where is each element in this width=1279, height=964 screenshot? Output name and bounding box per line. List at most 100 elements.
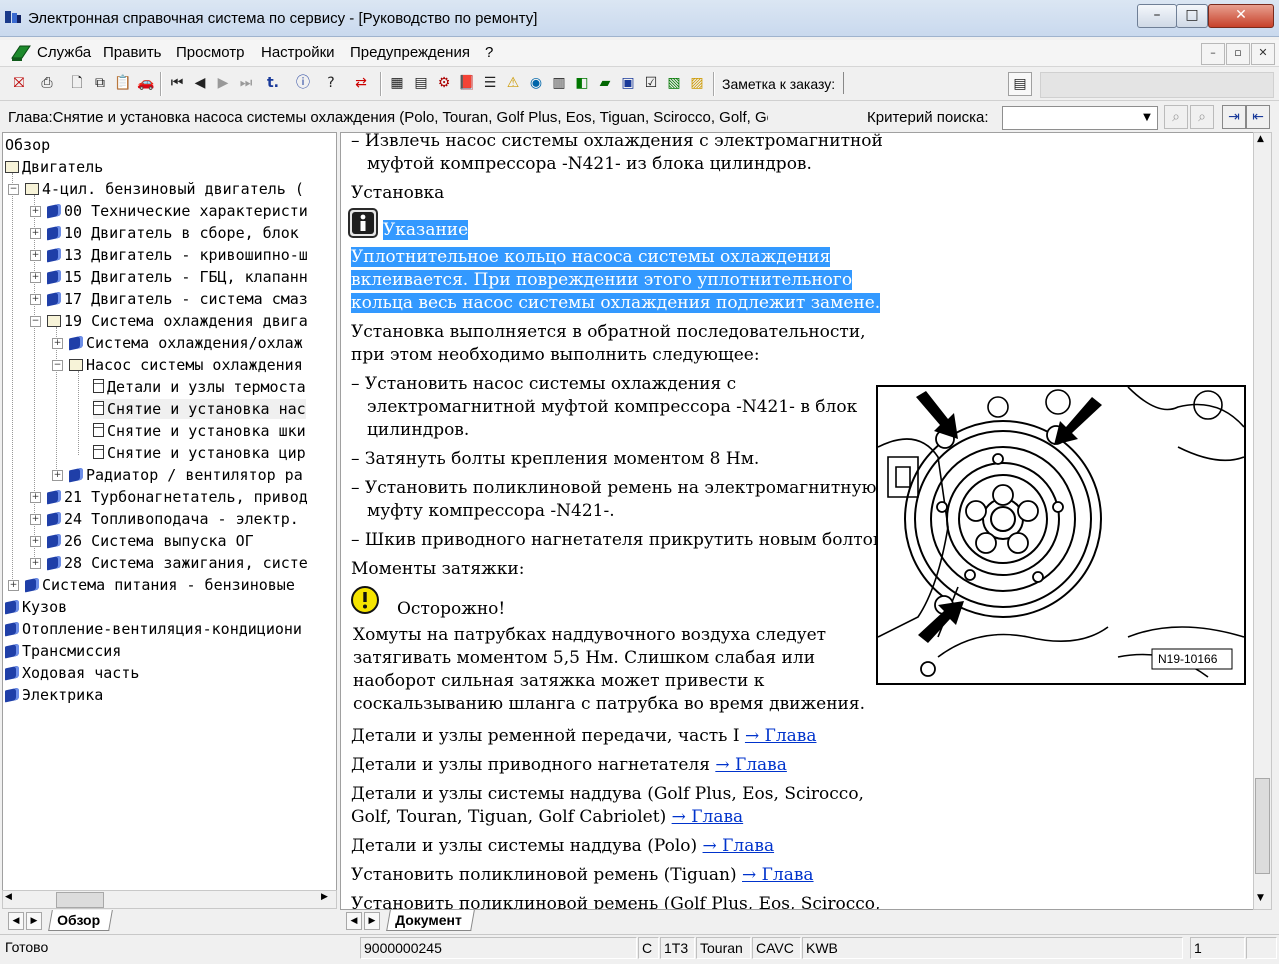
chapter-link[interactable]: → Глава bbox=[742, 865, 814, 885]
maximize-button[interactable]: □ bbox=[1176, 4, 1208, 28]
tree-item[interactable]: Ходовая часть bbox=[5, 663, 139, 683]
doc-tab-scroll-left-icon[interactable]: ◀ bbox=[346, 912, 362, 930]
tree-item[interactable]: Снятие и установка цир bbox=[93, 443, 306, 463]
tab-overview[interactable]: Обзор bbox=[48, 910, 113, 931]
search-criteria-combobox[interactable]: ▼ bbox=[1002, 106, 1158, 130]
expand-icon[interactable]: + bbox=[52, 338, 63, 349]
mdi-close-button[interactable]: ✕ bbox=[1251, 43, 1275, 65]
tree-item[interactable]: 19 Система охлаждения двига bbox=[47, 311, 308, 331]
order-note-field[interactable] bbox=[843, 72, 1002, 94]
new-document-icon[interactable]: 🗋 bbox=[66, 72, 88, 94]
collapse-icon[interactable]: − bbox=[30, 316, 41, 327]
tree-item[interactable]: 4-цил. бензиновый двигатель ( bbox=[25, 179, 304, 199]
calculator-icon[interactable]: ▦ bbox=[386, 72, 408, 94]
tree-item[interactable]: 28 Система зажигания, систе bbox=[47, 553, 308, 573]
tree-item[interactable]: Система охлаждения/охлаж bbox=[69, 333, 303, 353]
tree-item[interactable]: Двигатель bbox=[5, 157, 103, 177]
car-green-icon[interactable]: ▰ bbox=[594, 72, 616, 94]
tree-item[interactable]: 24 Топливоподача - электр. bbox=[47, 509, 299, 529]
tree-item[interactable]: 26 Система выпуска ОГ bbox=[47, 531, 254, 551]
tree-item[interactable]: Снятие и установка шки bbox=[93, 421, 306, 441]
info-icon[interactable]: ⓘ bbox=[292, 72, 314, 94]
scroll-up-icon[interactable]: ▲ bbox=[1257, 134, 1264, 144]
car-icon[interactable]: 🚗 bbox=[135, 72, 157, 94]
clipboard-list-icon[interactable]: ▥ bbox=[548, 72, 570, 94]
clipboard-icon[interactable]: 📋 bbox=[112, 72, 134, 94]
help-icon[interactable]: ? bbox=[320, 72, 342, 94]
tab-scroll-right-icon[interactable]: ▶ bbox=[26, 912, 42, 930]
tree-item[interactable]: 17 Двигатель - система смаз bbox=[47, 289, 308, 309]
scroll-right-icon[interactable]: ▶ bbox=[321, 892, 328, 902]
order-note-button-icon[interactable]: ▤ bbox=[1008, 72, 1032, 96]
tree-item[interactable]: 00 Технические характеристи bbox=[47, 201, 308, 221]
tree-item[interactable]: Отопление-вентиляция-кондициони bbox=[5, 619, 302, 639]
tree-item[interactable]: Радиатор / вентилятор ра bbox=[69, 465, 303, 485]
collapse-icon[interactable]: − bbox=[52, 360, 63, 371]
tab-scroll-left-icon[interactable]: ◀ bbox=[8, 912, 24, 930]
tree-item[interactable]: 10 Двигатель в сборе, блок bbox=[47, 223, 299, 243]
expand-icon[interactable]: + bbox=[30, 228, 41, 239]
expand-icon[interactable]: + bbox=[30, 206, 41, 217]
books-icon[interactable]: ▧ bbox=[663, 72, 685, 94]
search-prev-icon[interactable]: ⌕ bbox=[1164, 105, 1188, 129]
mdi-restore-button[interactable]: ▫ bbox=[1226, 43, 1250, 65]
chapter-link[interactable]: → Глава bbox=[672, 807, 744, 827]
swap-icon[interactable]: ⇄ bbox=[350, 72, 372, 94]
next-icon[interactable]: ▶ bbox=[212, 72, 234, 94]
chapter-link[interactable]: → Глава bbox=[745, 726, 817, 746]
book-red-icon[interactable]: 📕 bbox=[456, 72, 478, 94]
expand-icon[interactable]: + bbox=[30, 514, 41, 525]
tree-item[interactable]: Детали и узлы термоста bbox=[93, 377, 306, 397]
tree-item[interactable]: 21 Турбонагнетатель, привод bbox=[47, 487, 308, 507]
expand-icon[interactable]: + bbox=[30, 558, 41, 569]
tree-item[interactable]: Насос системы охлаждения bbox=[69, 355, 303, 375]
minimize-button[interactable]: – bbox=[1137, 4, 1177, 28]
globe-icon[interactable]: ◉ bbox=[525, 72, 547, 94]
menu-view[interactable]: Просмотр bbox=[176, 44, 245, 61]
green-book-icon[interactable]: ◧ bbox=[571, 72, 593, 94]
tree-item-selected[interactable]: Снятие и установка нас bbox=[93, 399, 306, 419]
expand-icon[interactable]: + bbox=[52, 470, 63, 481]
menu-help[interactable]: ? bbox=[485, 44, 493, 61]
exit-icon[interactable]: ⛝ bbox=[8, 72, 30, 94]
menu-edit[interactable]: Править bbox=[103, 44, 162, 61]
doc-tab-scroll-right-icon[interactable]: ▶ bbox=[364, 912, 380, 930]
scroll-left-icon[interactable]: ◀ bbox=[5, 892, 12, 902]
note-help-icon[interactable]: ▨ bbox=[686, 72, 708, 94]
menu-settings[interactable]: Настройки bbox=[261, 44, 335, 61]
expand-icon[interactable]: + bbox=[30, 536, 41, 547]
tree-item[interactable]: Трансмиссия bbox=[5, 641, 121, 661]
mdi-minimize-button[interactable]: – bbox=[1201, 43, 1225, 65]
expand-icon[interactable]: + bbox=[30, 492, 41, 503]
close-button[interactable]: ✕ bbox=[1208, 4, 1274, 28]
list-icon[interactable]: ☰ bbox=[479, 72, 501, 94]
scroll-down-icon[interactable]: ▼ bbox=[1257, 893, 1264, 903]
menu-warnings[interactable]: Предупреждения bbox=[350, 44, 470, 61]
collapse-icon[interactable]: − bbox=[8, 184, 19, 195]
first-page-icon[interactable]: ⏮ bbox=[166, 72, 188, 94]
car-blue-icon[interactable]: ▣ bbox=[617, 72, 639, 94]
copy-icon[interactable]: ⧉ bbox=[89, 72, 111, 94]
expand-icon[interactable]: + bbox=[30, 250, 41, 261]
back-link-icon[interactable]: t. bbox=[262, 72, 284, 94]
tree-horizontal-scrollbar[interactable]: ◀ ▶ bbox=[2, 890, 337, 909]
expand-icon[interactable]: + bbox=[30, 272, 41, 283]
tree-item[interactable]: Электрика bbox=[5, 685, 103, 705]
tree-item[interactable]: Кузов bbox=[5, 597, 67, 617]
document-scroll-thumb[interactable] bbox=[1255, 778, 1270, 874]
tab-document[interactable]: Документ bbox=[386, 910, 475, 931]
chapter-link[interactable]: → Глава bbox=[703, 836, 775, 856]
chapter-link[interactable]: → Глава bbox=[715, 755, 787, 775]
tree-item[interactable]: 15 Двигатель - ГБЦ, клапанн bbox=[47, 267, 308, 287]
tree-item[interactable]: Обзор bbox=[5, 135, 50, 155]
tree-item[interactable]: 13 Двигатель - кривошипно-ш bbox=[47, 245, 308, 265]
expand-icon[interactable]: + bbox=[30, 294, 41, 305]
sync-right-icon[interactable]: ⇥ bbox=[1222, 105, 1246, 129]
chevron-down-icon[interactable]: ▼ bbox=[1139, 109, 1155, 127]
menu-service[interactable]: Служба bbox=[37, 44, 91, 61]
print-icon[interactable]: ⎙ bbox=[36, 72, 58, 94]
wrench-icon[interactable]: ⚙ bbox=[433, 72, 455, 94]
grid-icon[interactable]: ▤ bbox=[410, 72, 432, 94]
checklist-icon[interactable]: ☑ bbox=[640, 72, 662, 94]
expand-icon[interactable]: + bbox=[8, 580, 19, 591]
